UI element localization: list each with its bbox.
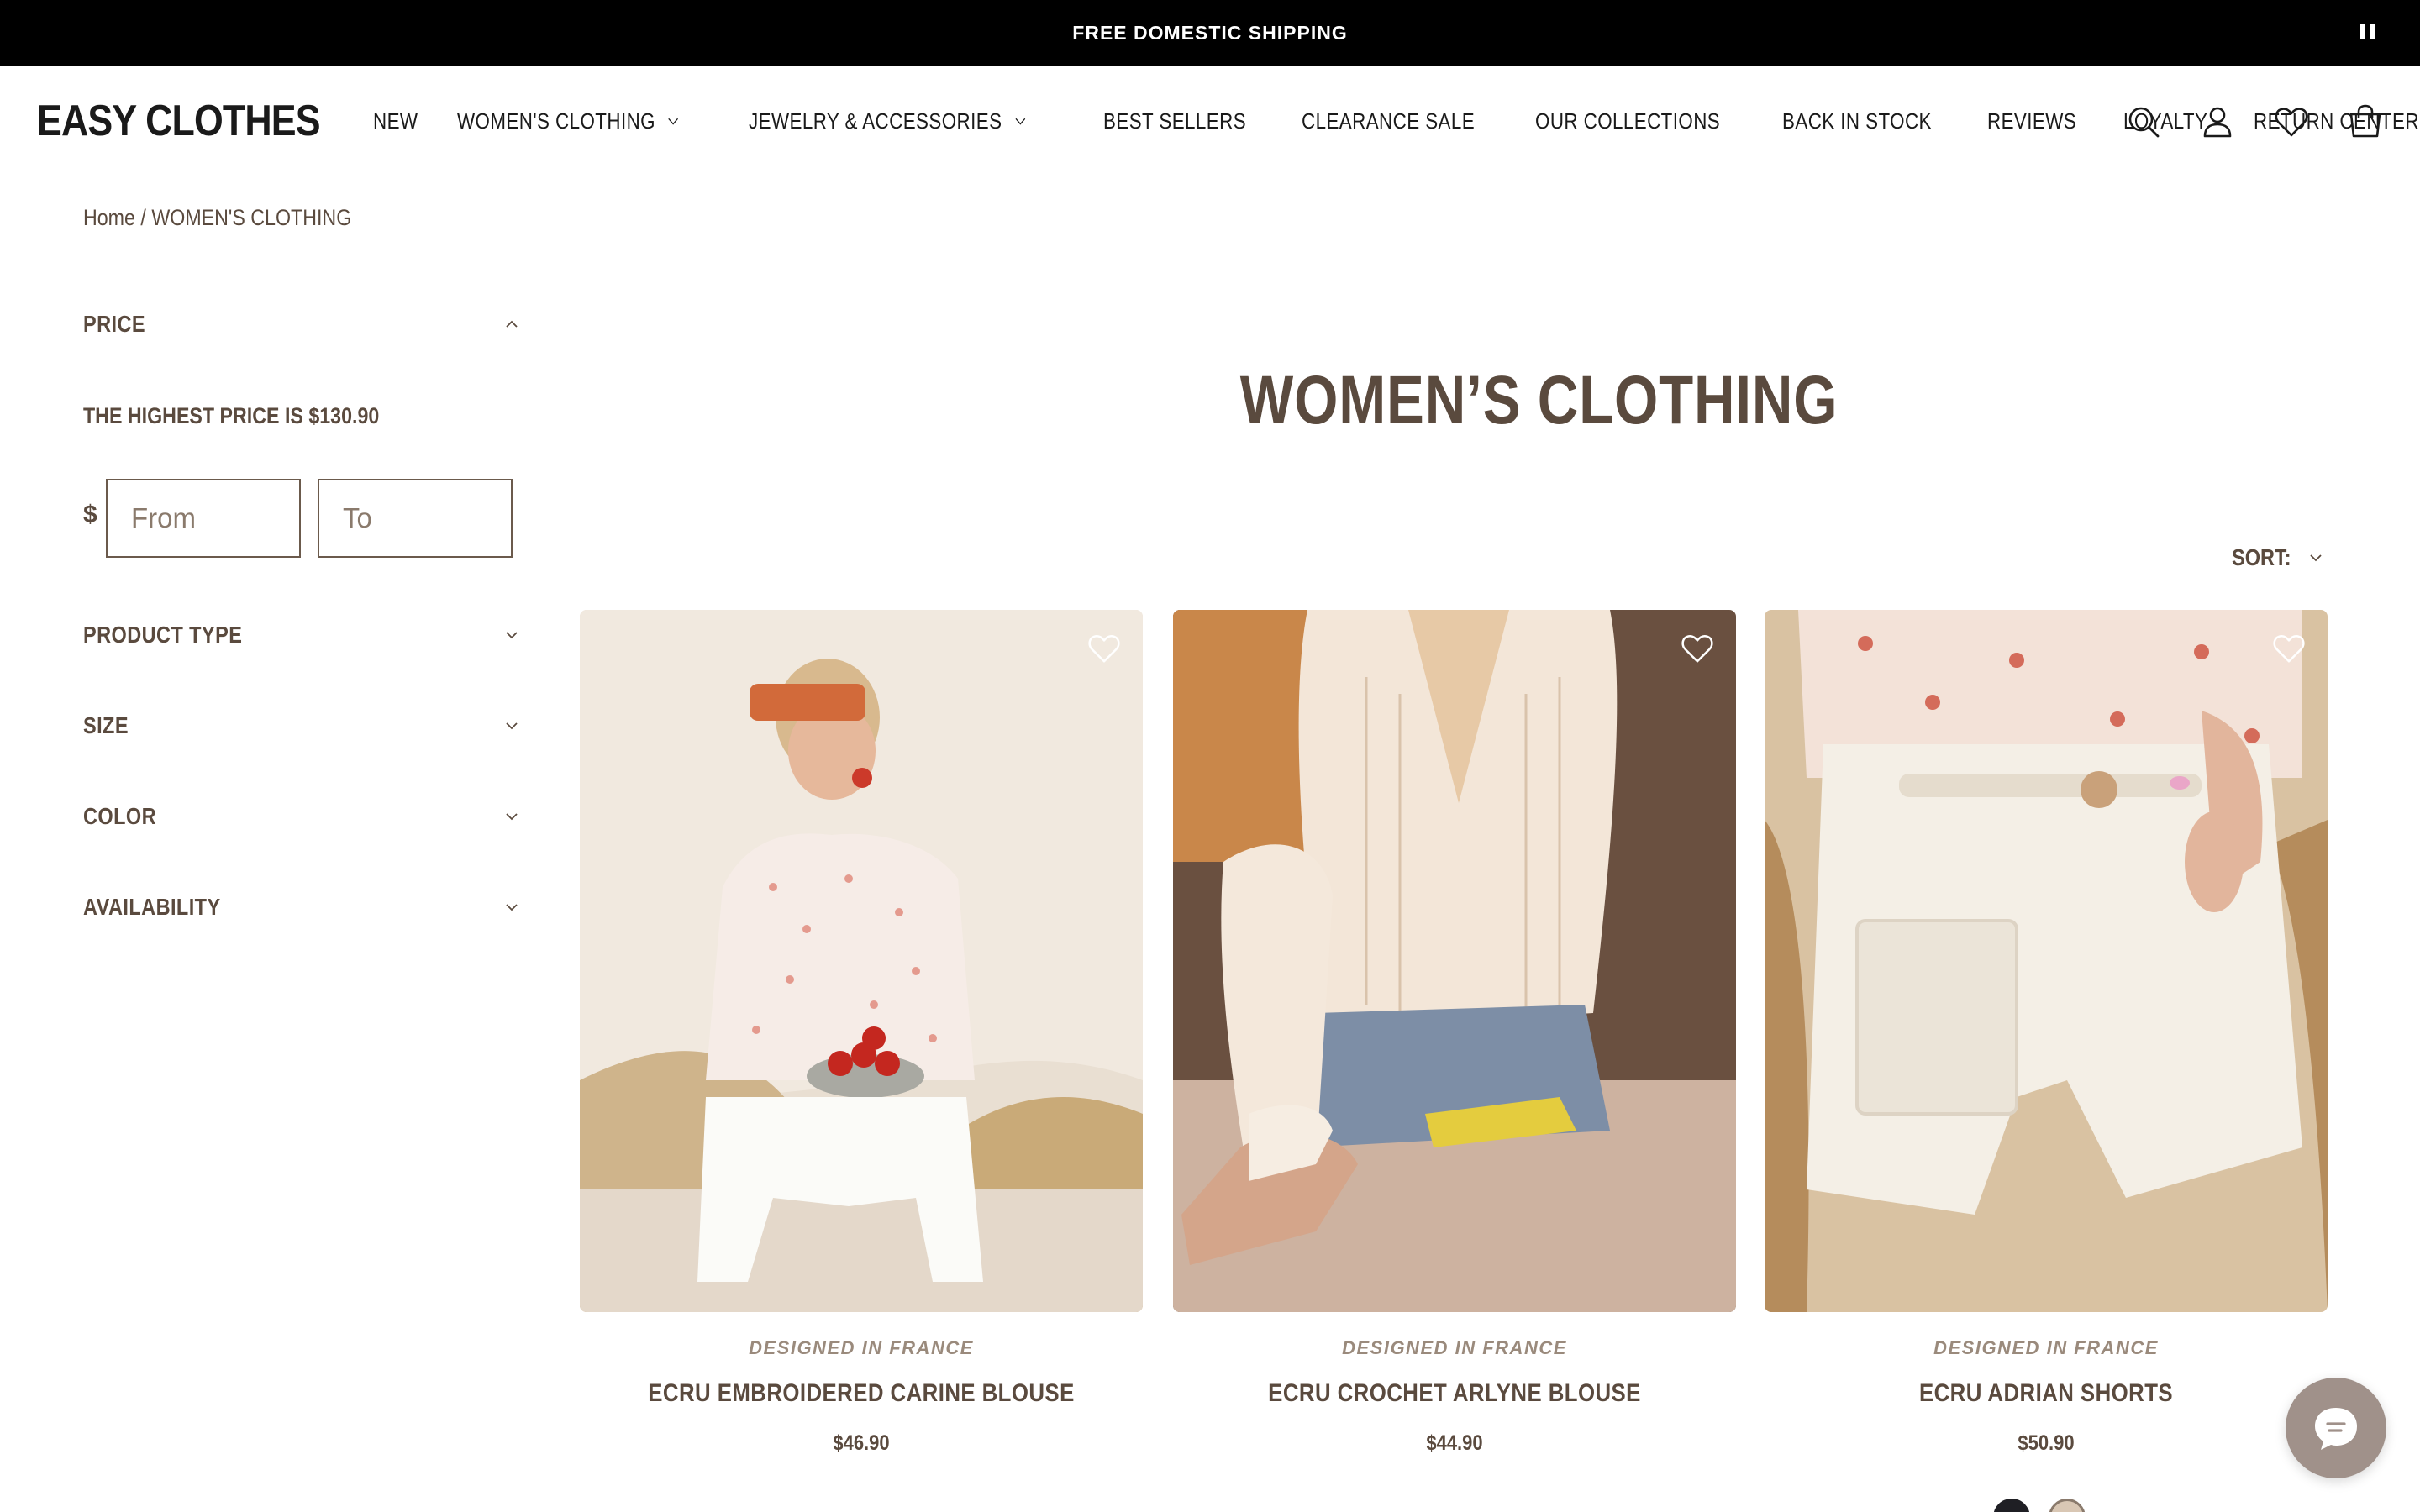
pause-button[interactable]	[2358, 22, 2378, 42]
product-price: $50.90	[2018, 1431, 2075, 1455]
product-price: $46.90	[833, 1431, 890, 1455]
breadcrumb-current: WOMEN'S CLOTHING	[151, 205, 352, 230]
nav-item-our-collections[interactable]: OUR COLLECTIONS	[1535, 108, 1720, 134]
product-tagline: DESIGNED IN FRANCE	[1342, 1337, 1567, 1358]
header-actions	[2124, 102, 2420, 141]
chat-bubble-icon	[2315, 1408, 2357, 1450]
product-photo-blouse	[580, 610, 1143, 1312]
announcement-text: FREE DOMESTIC SHIPPING	[1072, 22, 1348, 44]
wishlist-heart-icon[interactable]	[1679, 630, 1716, 667]
filter-color-label: COLOR	[83, 803, 157, 829]
search-icon[interactable]	[2124, 102, 2163, 141]
announcement-bar: FREE DOMESTIC SHIPPING	[0, 0, 2420, 66]
sort-dropdown[interactable]: SORT:	[2232, 544, 2324, 571]
product-image[interactable]	[1173, 610, 1736, 1312]
currency-symbol: $	[83, 501, 97, 528]
wishlist-icon[interactable]	[2272, 102, 2311, 141]
nav-item-best-sellers[interactable]: BEST SELLERS	[1103, 108, 1246, 134]
filter-size-label: SIZE	[83, 712, 129, 738]
filter-availability-toggle[interactable]: AVAILABILITY	[83, 890, 520, 924]
filter-product-type-toggle[interactable]: PRODUCT TYPE	[83, 618, 520, 652]
color-swatch-beige[interactable]	[2049, 1499, 2086, 1512]
chevron-down-icon	[506, 904, 518, 911]
product-image[interactable]	[580, 610, 1143, 1312]
breadcrumb-home[interactable]: Home	[83, 205, 135, 230]
wishlist-heart-icon[interactable]	[2270, 630, 2307, 667]
nav-item-reviews[interactable]: REVIEWS	[1987, 108, 2076, 134]
wishlist-heart-icon[interactable]	[1086, 630, 1123, 667]
chevron-down-icon	[668, 118, 679, 125]
product-image[interactable]	[1765, 610, 2328, 1312]
nav-item-jewelry-accessories[interactable]: JEWELRY & ACCESSORIES	[749, 108, 1027, 134]
filter-size-toggle[interactable]: SIZE	[83, 709, 520, 743]
page-title: WOMEN’S CLOTHING	[1239, 362, 1839, 438]
chevron-up-icon	[506, 320, 518, 328]
chevron-down-icon	[506, 813, 518, 821]
nav-item-clearance-sale[interactable]: CLEARANCE SALE	[1302, 108, 1475, 134]
product-price: $44.90	[1426, 1431, 1483, 1455]
chevron-down-icon	[2310, 554, 2322, 562]
price-to-input[interactable]	[318, 479, 513, 558]
chevron-down-icon	[1014, 118, 1025, 125]
nav-item-new[interactable]: NEW	[373, 108, 418, 134]
filter-availability-label: AVAILABILITY	[83, 894, 221, 920]
product-photo-crochet-blouse	[1173, 610, 1736, 1312]
breadcrumb-separator: /	[140, 205, 146, 230]
filter-price-label: PRICE	[83, 311, 145, 337]
main-nav: NEW WOMEN'S CLOTHING JEWELRY & ACCESSORI…	[373, 104, 2420, 138]
color-swatch-dark[interactable]	[1993, 1499, 2030, 1512]
chevron-down-icon	[506, 722, 518, 730]
sort-label: SORT:	[2232, 544, 2291, 570]
product-name[interactable]: ECRU EMBROIDERED CARINE BLOUSE	[619, 1379, 1103, 1408]
nav-item-back-in-stock[interactable]: BACK IN STOCK	[1782, 108, 1932, 134]
product-name[interactable]: ECRU ADRIAN SHORTS	[1804, 1379, 2288, 1408]
product-tagline: DESIGNED IN FRANCE	[749, 1337, 974, 1358]
chevron-down-icon	[506, 632, 518, 639]
filter-color-toggle[interactable]: COLOR	[83, 800, 520, 833]
filter-product-type-label: PRODUCT TYPE	[83, 622, 243, 648]
highest-price-text: THE HIGHEST PRICE IS $130.90	[83, 403, 380, 428]
chat-button[interactable]	[2286, 1378, 2386, 1478]
nav-item-womens-clothing[interactable]: WOMEN'S CLOTHING	[457, 108, 680, 134]
cart-icon[interactable]	[2346, 102, 2385, 141]
product-card[interactable]: DESIGNED IN FRANCE ECRU CROCHET ARLYNE B…	[1173, 610, 1736, 1456]
product-photo-shorts	[1765, 610, 2328, 1312]
product-card[interactable]: DESIGNED IN FRANCE ECRU EMBROIDERED CARI…	[580, 610, 1143, 1456]
account-icon[interactable]	[2198, 102, 2237, 141]
product-card[interactable]: DESIGNED IN FRANCE ECRU ADRIAN SHORTS $5…	[1765, 610, 2328, 1456]
product-name[interactable]: ECRU CROCHET ARLYNE BLOUSE	[1213, 1379, 1697, 1408]
breadcrumb: Home / WOMEN'S CLOTHING	[83, 205, 351, 231]
price-from-input[interactable]	[106, 479, 301, 558]
color-swatches	[1993, 1499, 2104, 1512]
product-tagline: DESIGNED IN FRANCE	[1933, 1337, 2159, 1358]
site-logo[interactable]: EASY CLOTHES	[37, 96, 321, 146]
filter-price-toggle[interactable]: PRICE	[83, 307, 520, 341]
